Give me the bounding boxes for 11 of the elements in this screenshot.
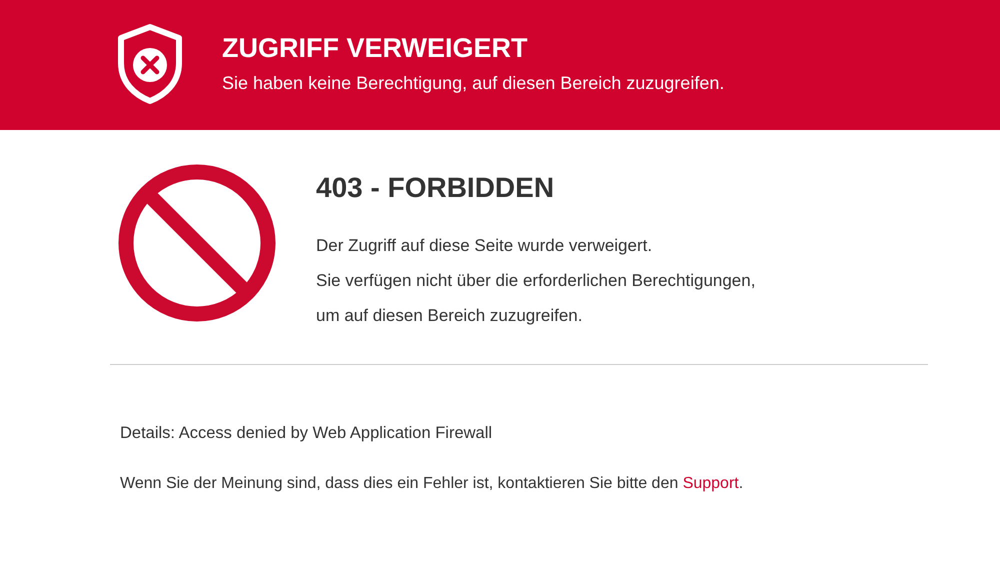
error-message-line: Sie verfügen nicht über die erforderlichen Berechtigungen,	[316, 270, 756, 292]
error-message-line: um auf diesen Bereich zuzugreifen.	[316, 305, 584, 327]
error-message-line: Der Zugriff auf diese Seite wurde verweigert.	[316, 235, 654, 257]
prohibition-icon	[118, 164, 276, 322]
error-heading: 403 - FORBIDDEN	[316, 174, 556, 202]
support-link[interactable]: Support	[682, 474, 739, 492]
banner-subtitle: Sie haben keine Berechtigung, auf diesen Bereich zuzugreifen.	[222, 72, 724, 95]
contact-text: Wenn Sie der Meinung sind, dass dies ein Fehler ist, kontaktieren Sie bitte den Support.	[119, 474, 744, 494]
shield-icon	[115, 22, 185, 104]
details-text: Details: Access denied by Web Application Firewall	[119, 423, 494, 444]
banner-title: ZUGRIFF VERWEIGERT	[222, 35, 529, 62]
